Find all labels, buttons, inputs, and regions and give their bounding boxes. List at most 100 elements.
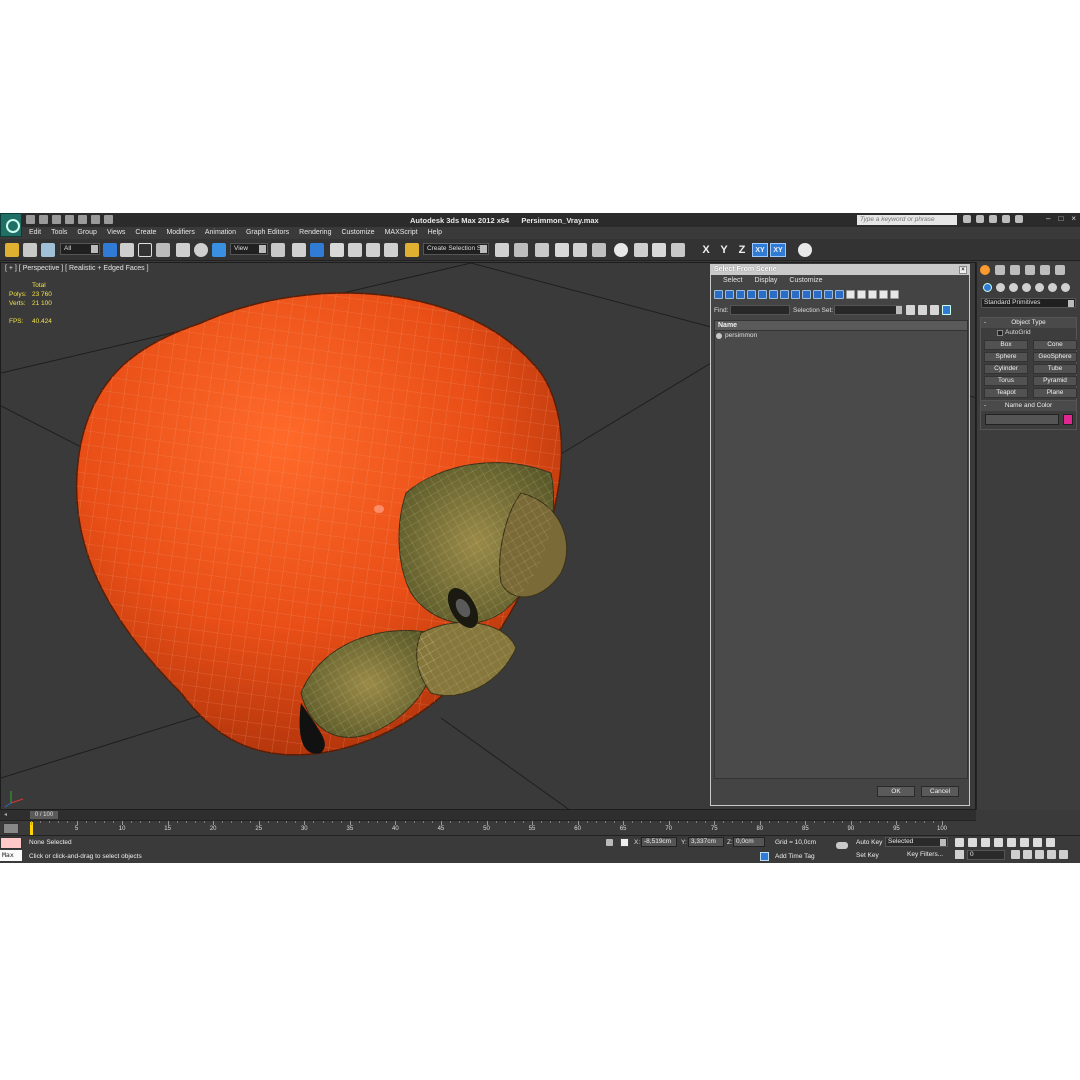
pan-view-icon[interactable] (1035, 850, 1044, 859)
menu-tools[interactable]: Tools (46, 227, 72, 239)
axis-xy-cycle-button[interactable]: XY (770, 243, 786, 257)
display-invert-icon[interactable] (868, 290, 877, 299)
maximize-viewport-icon[interactable] (1059, 850, 1068, 859)
remove-from-selection-set-icon[interactable] (930, 305, 939, 315)
filter-bones-icon[interactable] (802, 290, 811, 299)
unlink-icon[interactable] (23, 243, 37, 257)
zoom-all-icon[interactable] (1033, 838, 1042, 847)
create-tab-icon[interactable] (980, 265, 990, 275)
new-file-icon[interactable] (26, 215, 35, 224)
column-header-name[interactable]: Name (715, 321, 967, 331)
lights-category-icon[interactable] (1009, 283, 1018, 292)
filter-hidden-icon[interactable] (835, 290, 844, 299)
help-icon[interactable] (1015, 215, 1023, 223)
plane-button[interactable]: Plane (1033, 388, 1077, 398)
open-file-icon[interactable] (39, 215, 48, 224)
spinner-snap-icon[interactable] (384, 243, 398, 257)
chevron-down-icon[interactable] (896, 306, 902, 314)
primitive-type-dropdown[interactable]: Standard Primitives (981, 298, 1076, 308)
percent-snap-icon[interactable] (366, 243, 380, 257)
curve-editor-mini-icon[interactable] (3, 823, 19, 834)
close-icon[interactable]: × (959, 266, 967, 274)
viewport-label-menu[interactable]: [ + ] [ Perspective ] [ Realistic + Edge… (5, 265, 149, 272)
find-input[interactable] (730, 305, 790, 315)
selection-filter-dropdown[interactable]: All (60, 243, 100, 255)
subscription-icon[interactable] (976, 215, 984, 223)
ok-button[interactable]: OK (877, 786, 915, 797)
create-selection-set-icon[interactable] (906, 305, 915, 315)
binoculars-icon[interactable] (963, 215, 971, 223)
key-icon[interactable] (836, 842, 848, 849)
next-frame-icon[interactable] (994, 838, 1003, 847)
menu-views[interactable]: Views (102, 227, 131, 239)
redo-icon[interactable] (78, 215, 87, 224)
cylinder-button[interactable]: Cylinder (984, 364, 1028, 374)
filter-geometry-icon[interactable] (714, 290, 723, 299)
filter-frozen-icon[interactable] (824, 290, 833, 299)
filter-containers-icon[interactable] (813, 290, 822, 299)
vray-icon[interactable] (798, 243, 812, 257)
go-to-end-icon[interactable] (1007, 838, 1016, 847)
filter-options-icon[interactable] (890, 290, 899, 299)
pivot-center-icon[interactable] (271, 243, 285, 257)
named-selection-set-dropdown[interactable]: Create Selection Se (423, 243, 489, 255)
track-bar[interactable]: 5 10 15 20 25 30 35 40 45 50 55 60 65 70 75 80 85 90 95 100 (0, 820, 976, 835)
sphere-button[interactable]: Sphere (984, 352, 1028, 362)
save-file-icon[interactable] (52, 215, 61, 224)
orbit-icon[interactable] (1047, 850, 1056, 859)
maxscript-mini-listener[interactable]: Max (0, 850, 22, 861)
axis-z-button[interactable]: Z (734, 243, 750, 257)
name-and-color-rollout-header[interactable]: - Name and Color (981, 401, 1076, 411)
bind-space-warp-icon[interactable] (41, 243, 55, 257)
time-slider-handle[interactable]: 0 / 100 (30, 811, 58, 819)
current-frame-field[interactable]: 0 (967, 850, 1005, 860)
z-coordinate-field[interactable]: 0,0cm (733, 837, 765, 847)
y-coordinate-field[interactable]: 3,337cm (688, 837, 724, 847)
field-of-view-icon[interactable] (1023, 850, 1032, 859)
time-slider-prev-icon[interactable]: ◂ (4, 811, 7, 818)
filter-shapes-icon[interactable] (725, 290, 734, 299)
curve-editor-icon[interactable] (573, 243, 587, 257)
reference-coord-dropdown[interactable]: View (230, 243, 268, 255)
filter-cameras-icon[interactable] (747, 290, 756, 299)
menu-rendering[interactable]: Rendering (294, 227, 336, 239)
geometry-category-icon[interactable] (983, 283, 992, 292)
play-icon[interactable] (981, 838, 990, 847)
axis-x-button[interactable]: X (698, 243, 714, 257)
teapot-button[interactable]: Teapot (984, 388, 1028, 398)
set-key-button[interactable]: Set Key (856, 850, 884, 861)
snaps-toggle-icon[interactable] (330, 243, 344, 257)
selection-set-dropdown[interactable] (834, 305, 902, 315)
dialog-title-bar[interactable]: Select From Scene × (711, 265, 969, 275)
time-tag-icon[interactable] (760, 852, 769, 861)
maximize-icon[interactable]: □ (1058, 214, 1063, 223)
graphite-ribbon-icon[interactable] (555, 243, 569, 257)
menu-customize[interactable]: Customize (336, 227, 379, 239)
communication-icon[interactable] (989, 215, 997, 223)
add-to-selection-set-icon[interactable] (918, 305, 927, 315)
menu-animation[interactable]: Animation (200, 227, 241, 239)
window-crossing-icon[interactable] (156, 243, 170, 257)
display-none-icon[interactable] (857, 290, 866, 299)
dialog-menu-display[interactable]: Display (748, 275, 783, 287)
filter-spacewarps-icon[interactable] (769, 290, 778, 299)
maxscript-listener-pink[interactable] (0, 837, 22, 849)
edit-named-selection-icon[interactable] (405, 243, 419, 257)
key-filters-button[interactable]: Key Filters... (907, 851, 943, 858)
utilities-tab-icon[interactable] (1055, 265, 1065, 275)
absolute-mode-icon[interactable] (620, 838, 629, 847)
angle-snap-icon[interactable] (348, 243, 362, 257)
app-logo-icon[interactable] (0, 213, 22, 237)
menu-help[interactable]: Help (423, 227, 447, 239)
pyramid-button[interactable]: Pyramid (1033, 376, 1077, 386)
menu-edit[interactable]: Edit (24, 227, 46, 239)
scale-icon[interactable] (212, 243, 226, 257)
zoom-icon[interactable] (1020, 838, 1029, 847)
undo-icon[interactable] (65, 215, 74, 224)
modify-tab-icon[interactable] (995, 265, 1005, 275)
filter-xrefs-icon[interactable] (791, 290, 800, 299)
select-dependents-icon[interactable] (942, 305, 951, 315)
project-folder-icon[interactable] (91, 215, 100, 224)
object-type-rollout-header[interactable]: - Object Type (981, 318, 1076, 328)
rendered-frame-window-icon[interactable] (652, 243, 666, 257)
